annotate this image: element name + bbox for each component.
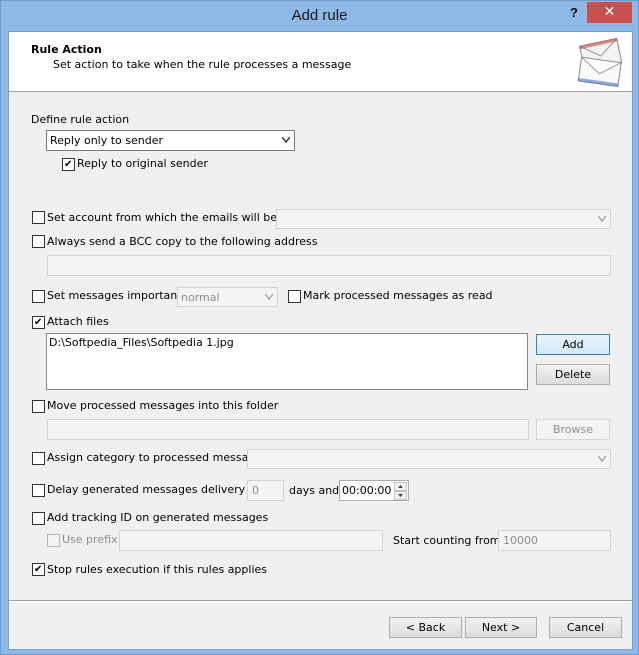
next-button[interactable]: Next > [465,617,537,638]
delay-days-field[interactable]: 0 [247,480,284,501]
dialog-body: Rule Action Set action to take when the … [8,31,633,650]
folder-path-field[interactable] [47,419,529,440]
chevron-down-icon [598,216,606,222]
checkmark-icon: ✔ [34,317,43,328]
start-counting-value: 10000 [503,534,538,547]
rule-action-select[interactable]: Reply only to sender [46,130,295,151]
account-select[interactable] [276,209,611,229]
importance-checkbox[interactable] [32,290,45,303]
add-rule-window: Add rule ? ✕ Rule Action Set action to t… [0,0,639,655]
envelopes-icon [577,37,623,88]
set-account-label: Set account from which the emails will b… [47,211,305,224]
help-button[interactable]: ? [567,5,581,21]
stop-rules-checkbox[interactable]: ✔ [32,563,45,576]
prefix-field[interactable] [119,530,383,551]
importance-label: Set messages importance [47,289,191,302]
bcc-label: Always send a BCC copy to the following … [47,235,318,248]
set-account-checkbox[interactable] [32,211,45,224]
spin-down-icon[interactable] [394,491,407,500]
delay-checkbox[interactable] [32,484,45,497]
checkmark-icon: ✔ [34,564,43,575]
back-button[interactable]: < Back [389,617,462,638]
days-and-label: days and [289,484,340,497]
list-item[interactable]: D:\Softpedia_Files\Softpedia 1.jpg [49,336,234,349]
add-file-button[interactable]: Add [536,334,610,355]
start-counting-field[interactable]: 10000 [498,530,611,551]
start-counting-label: Start counting from [393,534,501,547]
delay-days-value: 0 [252,484,259,497]
footer-divider [9,600,632,602]
move-folder-checkbox[interactable] [32,400,45,413]
header-title: Rule Action [31,43,102,56]
chevron-down-icon [282,137,290,143]
delay-time-value: 00:00:00 [342,484,392,497]
spin-up-icon[interactable] [394,482,407,491]
cancel-button[interactable]: Cancel [549,617,622,638]
wizard-header: Rule Action Set action to take when the … [9,32,632,92]
close-button[interactable]: ✕ [587,2,632,23]
checkmark-icon: ✔ [64,159,73,170]
importance-select[interactable]: normal [177,287,278,307]
category-select[interactable] [247,449,611,469]
mark-read-checkbox[interactable] [288,290,301,303]
chevron-down-icon [265,294,273,300]
bcc-address-field[interactable] [47,255,611,276]
attach-files-checkbox[interactable]: ✔ [32,316,45,329]
mark-read-label: Mark processed messages as read [303,289,493,302]
importance-value: normal [181,291,220,304]
title-bar[interactable]: Add rule ? ✕ [1,1,638,31]
chevron-down-icon [598,456,606,462]
delay-label: Delay generated messages delivery with [47,483,273,496]
reply-original-checkbox[interactable]: ✔ [62,158,75,171]
stop-rules-label: Stop rules execution if this rules appli… [47,563,268,576]
use-prefix-label: Use prefix [62,533,118,546]
browse-button[interactable]: Browse [536,419,610,440]
delay-time-spinner[interactable]: 00:00:00 [339,480,409,501]
tracking-id-label: Add tracking ID on generated messages [47,511,269,524]
use-prefix-checkbox[interactable] [47,534,60,547]
bcc-checkbox[interactable] [32,235,45,248]
attached-files-list[interactable]: D:\Softpedia_Files\Softpedia 1.jpg [46,333,528,390]
header-subtitle: Set action to take when the rule process… [53,58,352,71]
define-action-label: Define rule action [31,113,130,126]
category-checkbox[interactable] [32,452,45,465]
reply-original-label: Reply to original sender [77,157,208,170]
attach-files-label: Attach files [47,315,109,328]
category-label: Assign category to processed messages [47,451,268,464]
rule-action-value: Reply only to sender [50,134,164,147]
tracking-id-checkbox[interactable] [32,512,45,525]
delete-file-button[interactable]: Delete [536,364,610,385]
move-folder-label: Move processed messages into this folder [47,399,279,412]
window-title: Add rule [291,7,348,24]
